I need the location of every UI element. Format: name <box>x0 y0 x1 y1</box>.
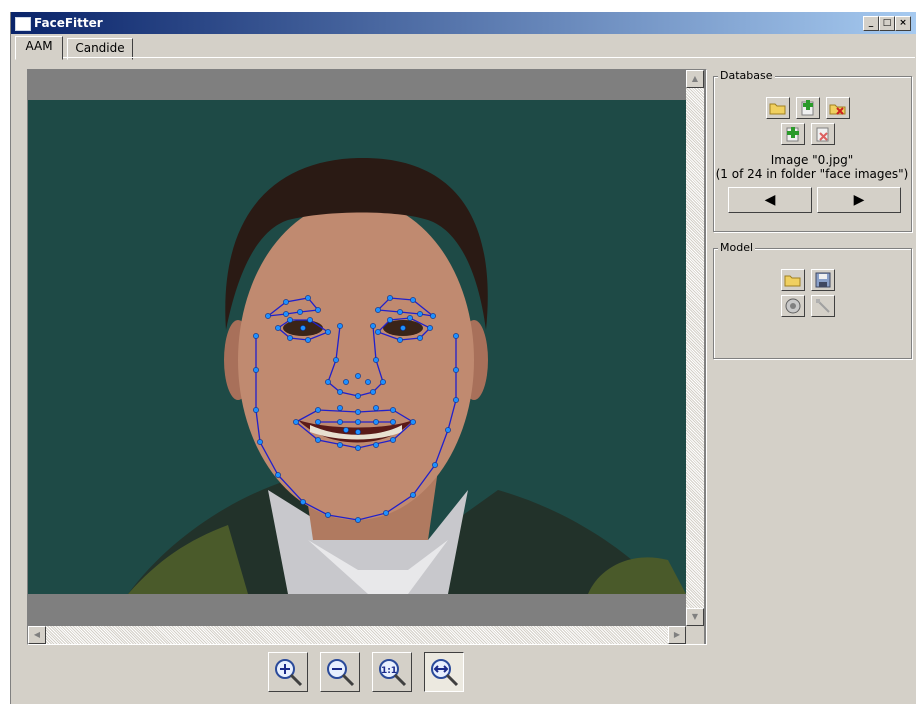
add-image-icon <box>801 100 814 116</box>
zoom-actual-size-icon: 1:1 <box>379 659 407 687</box>
open-folder-icon <box>769 103 786 115</box>
zoom-actual-size-button[interactable]: 1:1 <box>372 652 412 692</box>
model-group: Model <box>713 241 912 359</box>
scroll-up-button[interactable]: ▲ <box>686 70 704 88</box>
save-model-icon <box>815 272 831 288</box>
remove-button[interactable] <box>811 123 835 145</box>
previous-image-button[interactable]: ◀ <box>728 187 812 213</box>
vertical-scrollbar[interactable]: ▲ ▼ <box>686 70 704 626</box>
fit-button[interactable] <box>811 295 835 317</box>
remove-icon <box>816 127 829 142</box>
open-model-button[interactable] <box>781 269 805 291</box>
maximize-button[interactable]: □ <box>879 16 895 31</box>
settings-icon <box>785 298 801 314</box>
fit-icon <box>816 299 830 313</box>
horizontal-scrollbar[interactable]: ◀ ▶ <box>28 626 686 644</box>
save-model-button[interactable] <box>811 269 835 291</box>
tab-aam[interactable]: AAM <box>15 36 63 60</box>
zoom-out-button[interactable] <box>320 652 360 692</box>
app-icon <box>15 17 31 31</box>
scrollbar-corner <box>686 626 704 644</box>
scroll-right-button[interactable]: ▶ <box>668 626 686 644</box>
delete-image-button[interactable] <box>826 97 850 119</box>
add-button[interactable] <box>781 123 805 145</box>
face-image <box>28 70 686 626</box>
settings-button[interactable] <box>781 295 805 317</box>
title-bar[interactable]: FaceFitter _ □ × <box>11 12 916 34</box>
image-viewer[interactable]: ▲ ▼ ◀ ▶ <box>27 69 707 645</box>
image-name-label: Image "0.jpg" <box>770 153 854 167</box>
window-title: FaceFitter <box>34 16 103 30</box>
zoom-out-icon <box>327 659 355 687</box>
open-model-icon <box>784 275 801 287</box>
zoom-in-icon <box>275 659 303 687</box>
zoom-fit-width-icon <box>431 659 459 687</box>
zoom-in-button[interactable] <box>268 652 308 692</box>
model-group-title: Model <box>718 241 756 254</box>
add-icon <box>786 127 799 142</box>
zoom-fit-width-button[interactable] <box>424 652 464 692</box>
minimize-button[interactable]: _ <box>863 16 879 31</box>
image-count-label: (1 of 24 in folder "face images") <box>715 167 909 181</box>
scroll-left-button[interactable]: ◀ <box>28 626 46 644</box>
app-window: FaceFitter _ □ × AAM Candide ▲ ▼ ◀ ▶ 1:1… <box>10 12 916 704</box>
add-image-button[interactable] <box>796 97 820 119</box>
open-folder-button[interactable] <box>766 97 790 119</box>
database-group: Database Image "0.jpg" (1 of 24 in folde… <box>713 69 912 232</box>
scroll-down-button[interactable]: ▼ <box>686 608 704 626</box>
delete-image-icon <box>829 104 846 115</box>
svg-text:1:1: 1:1 <box>381 666 397 676</box>
close-button[interactable]: × <box>895 16 911 31</box>
next-image-button[interactable]: ▶ <box>817 187 901 213</box>
database-group-title: Database <box>718 69 775 82</box>
